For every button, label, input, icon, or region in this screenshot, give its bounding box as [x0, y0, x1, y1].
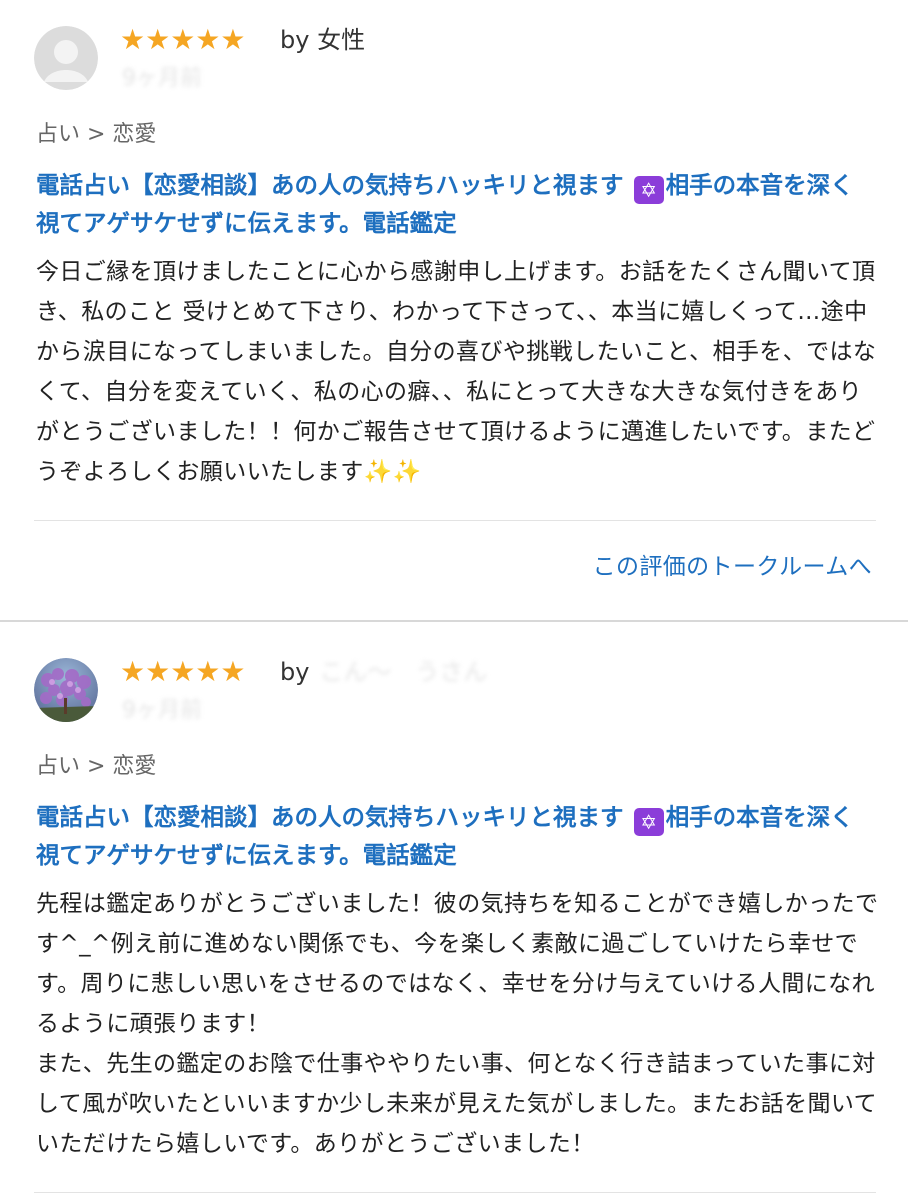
review-date: 9ヶ月前 — [122, 698, 202, 723]
category-breadcrumb: 占い > 恋愛 — [36, 754, 157, 779]
review-card: ★★★★★ by こん〜 うさん 9ヶ月前 占い > 恋愛 電話占い【恋愛相談】あ… — [0, 0, 908, 1193]
star-rating: ★★★★★ — [120, 655, 246, 688]
section-divider — [0, 620, 908, 622]
six-pointed-star-icon: ✡ — [633, 808, 664, 836]
service-title-link[interactable]: 電話占い【恋愛相談】あの人の気持ちハッキリと視ます ✡ 相手の本音を深く視てアゲサ… — [36, 798, 876, 874]
flower-photo-icon — [34, 658, 98, 722]
reviewer-line: by こん〜 うさん — [280, 652, 487, 692]
avatar[interactable] — [34, 658, 98, 722]
divider — [34, 1192, 876, 1193]
reviewer-name[interactable]: こん〜 うさん — [319, 658, 487, 686]
title-text: 電話占い【恋愛相談】あの人の気持ちハッキリと視ます — [36, 803, 624, 831]
by-label: by — [280, 658, 310, 686]
review-body: 先程は鑑定ありがとうございました！彼の気持ちを知ることができ嬉しかったです^_^… — [36, 891, 879, 1157]
